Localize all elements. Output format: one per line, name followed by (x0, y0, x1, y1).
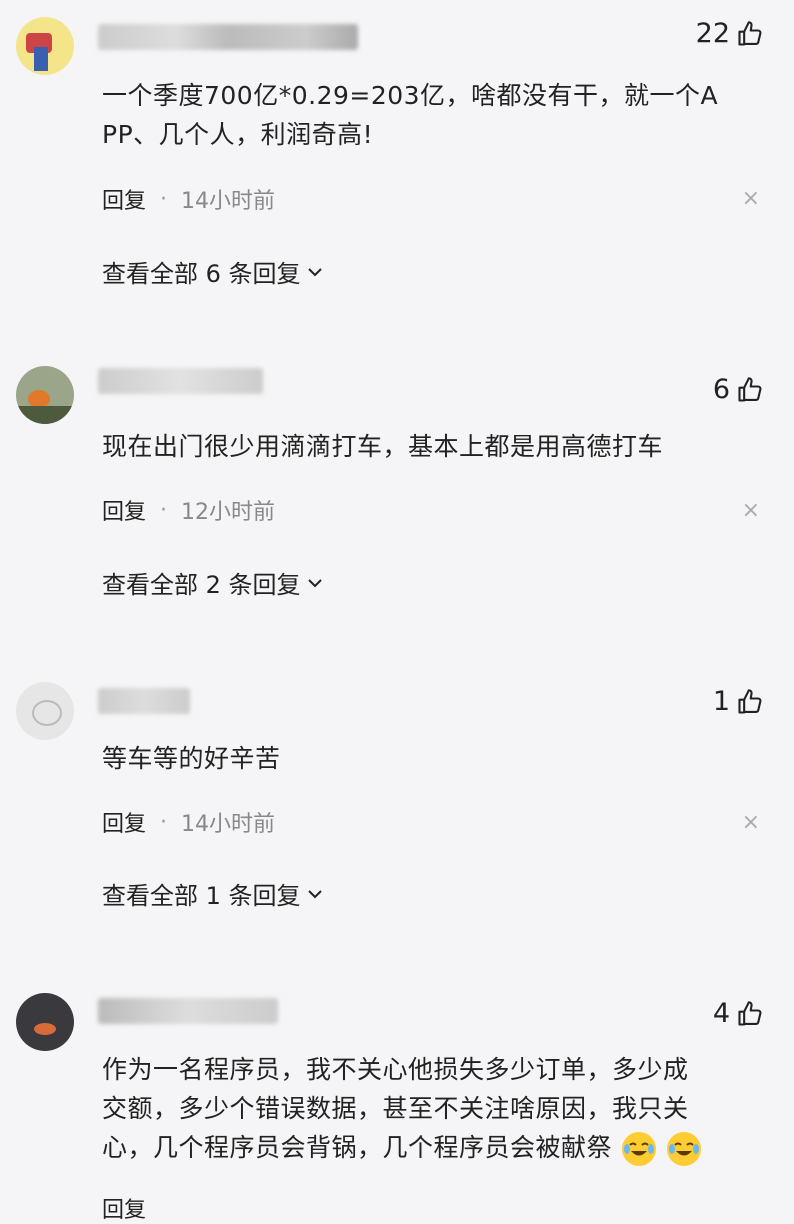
timestamp: 14小时前 (181, 189, 276, 214)
comment-text: 作为一名程序员，我不关心他损失多少订单，多少成 交额，多少个错误数据，甚至不关注… (102, 1050, 762, 1167)
like-button[interactable]: 6 (713, 374, 764, 405)
reply-button[interactable]: 回复 (102, 183, 146, 215)
view-all-replies-button[interactable]: 查看全部 2 条回复 (102, 565, 325, 600)
comment-text-line: 心，几个程序员会背锅，几个程序员会被献祭 (102, 1128, 762, 1167)
separator-dot: · (160, 809, 168, 835)
view-all-replies-label: 查看全部 6 条回复 (102, 260, 301, 288)
comment-text-line: 心，几个程序员会背锅，几个程序员会被献祭 (102, 1133, 613, 1162)
view-all-replies-button[interactable]: 查看全部 6 条回复 (102, 254, 325, 289)
like-count: 4 (712, 998, 730, 1029)
comment-meta: 回复 · 12小时前 (102, 494, 275, 526)
avatar[interactable] (16, 366, 74, 424)
comment-meta: 回复 · 14小时前 (102, 183, 275, 215)
timestamp: 14小时前 (181, 812, 276, 837)
thumbs-up-icon (738, 376, 762, 402)
comment-meta-partial: 回复 (102, 1192, 146, 1224)
thumbs-up-icon (738, 1000, 762, 1026)
reply-button[interactable]: 回复 (102, 494, 146, 526)
like-button[interactable]: 22 (696, 18, 764, 49)
comment-text: 等车等的好辛苦 (102, 739, 762, 778)
username-blurred[interactable] (98, 368, 263, 394)
avatar[interactable] (16, 17, 74, 75)
reply-button[interactable]: 回复 (102, 806, 146, 838)
comment-text: 现在出门很少用滴滴打车，基本上都是用高德打车 (102, 427, 762, 466)
comment-text-line: 交额，多少个错误数据，甚至不关注啥原因，我只关 (102, 1094, 689, 1123)
view-all-replies-label: 查看全部 2 条回复 (102, 571, 301, 599)
username-blurred[interactable] (98, 998, 278, 1024)
comment-text-line: 现在出门很少用滴滴打车，基本上都是用高德打车 (102, 432, 664, 461)
like-button[interactable]: 1 (713, 686, 764, 717)
view-all-replies-button[interactable]: 查看全部 1 条回复 (102, 876, 325, 911)
chevron-down-icon (307, 889, 322, 898)
avatar[interactable] (16, 993, 74, 1051)
username-blurred[interactable] (98, 688, 190, 714)
chevron-down-icon (307, 267, 322, 276)
close-icon[interactable]: × (742, 810, 760, 835)
comment-text-line: 一个季度700亿*0.29=203亿，啥都没有干，就一个A (102, 81, 719, 110)
view-all-replies-label: 查看全部 1 条回复 (102, 882, 301, 910)
crying-laughing-emoji-icon (666, 1132, 701, 1166)
close-icon[interactable]: × (742, 498, 760, 523)
like-count: 1 (712, 686, 730, 717)
comment-text-line: PP、几个人，利润奇高! (102, 120, 374, 149)
close-icon[interactable]: × (742, 186, 760, 211)
comment-text: 一个季度700亿*0.29=203亿，啥都没有干，就一个A PP、几个人，利润奇… (102, 76, 762, 154)
thumbs-up-icon (738, 20, 762, 46)
username-blurred[interactable] (98, 24, 358, 50)
like-count: 22 (695, 18, 730, 49)
thumbs-up-icon (738, 688, 762, 714)
like-button[interactable]: 4 (713, 998, 764, 1029)
reply-button[interactable]: 回复 (102, 1192, 146, 1224)
separator-dot: · (160, 186, 168, 212)
avatar[interactable] (16, 682, 74, 740)
comment-text-line: 作为一名程序员，我不关心他损失多少订单，多少成 (102, 1055, 689, 1084)
comment-text-line: 等车等的好辛苦 (102, 744, 281, 773)
crying-laughing-emoji-icon (622, 1132, 657, 1166)
timestamp: 12小时前 (181, 500, 276, 525)
separator-dot: · (160, 497, 168, 523)
like-count: 6 (712, 374, 730, 405)
comment-meta: 回复 · 14小时前 (102, 806, 275, 838)
chevron-down-icon (307, 578, 322, 587)
